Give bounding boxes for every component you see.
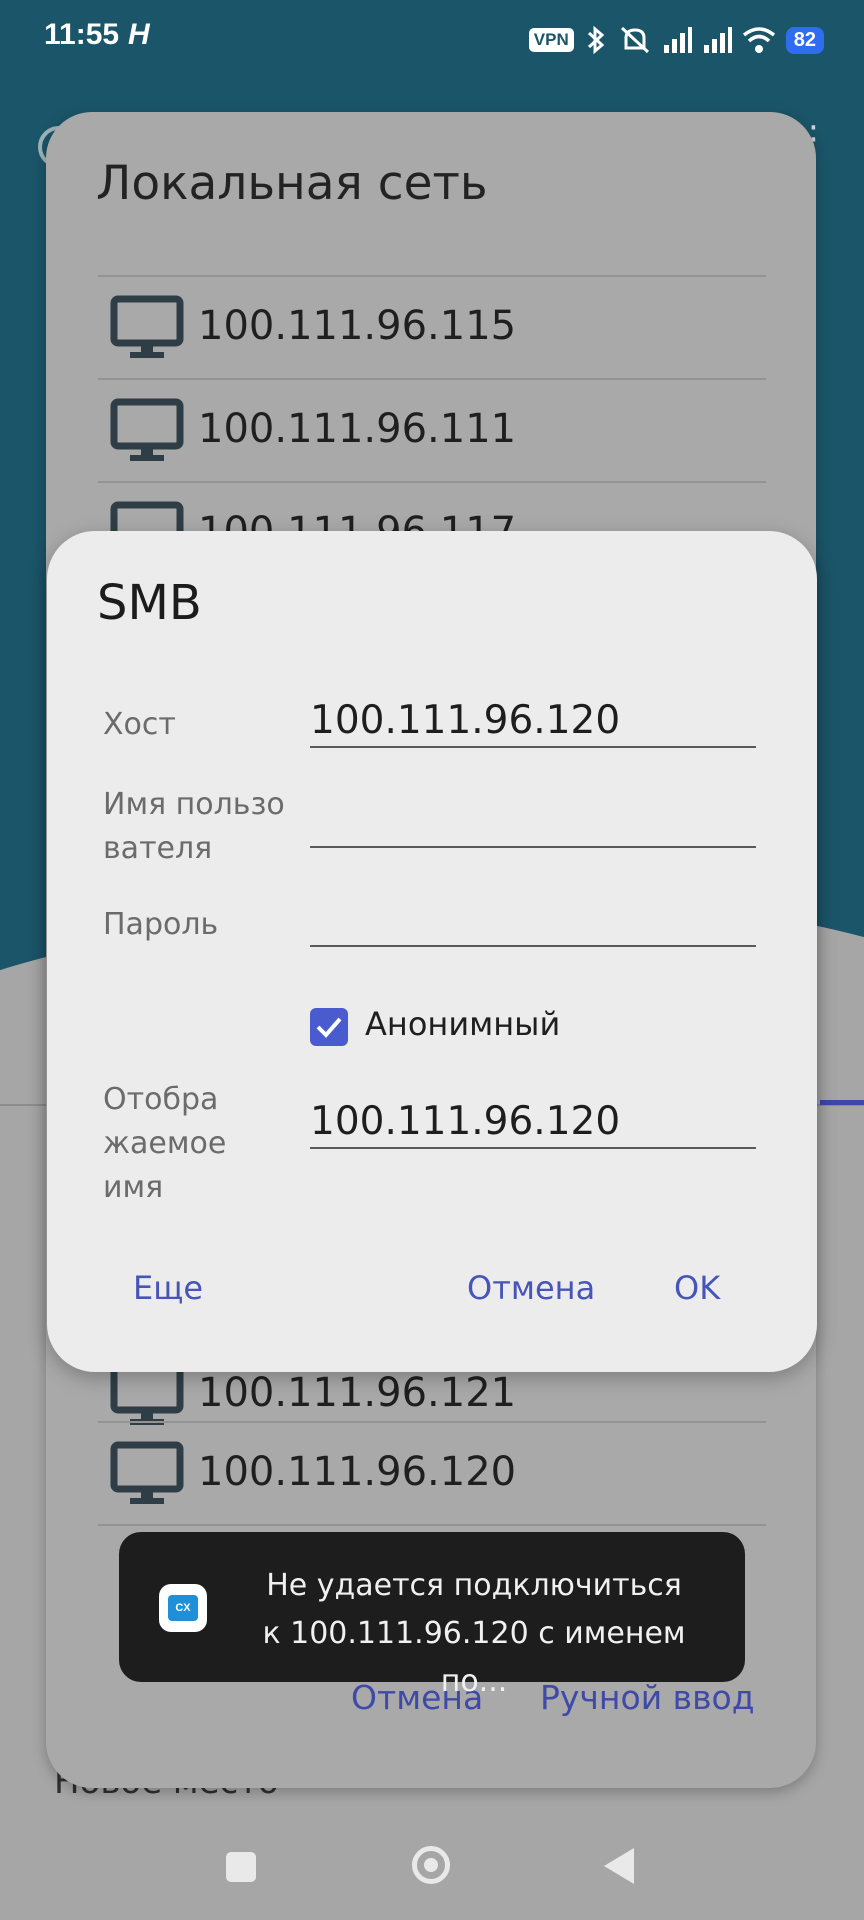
status-time: 11:55	[44, 18, 120, 51]
toast-message: CX Не удается подключиться к 100.111.96.…	[119, 1532, 745, 1699]
host-input[interactable]	[310, 696, 756, 748]
computer-icon	[110, 398, 184, 461]
anonymous-label[interactable]: Анонимный	[365, 1005, 560, 1043]
toast-line-1: Не удается подключиться	[266, 1568, 682, 1603]
host-address: 100.111.96.111	[198, 406, 517, 452]
host-address: 100.111.96.121	[198, 1370, 517, 1416]
username-label: Имя пользо вателя	[103, 787, 285, 866]
toast-line-2: к 100.111.96.120 с именем по...	[262, 1616, 686, 1699]
list-item[interactable]: 100.111.96.115	[98, 275, 766, 380]
notification-icon: H	[128, 18, 150, 51]
ok-button[interactable]: OK	[674, 1269, 720, 1307]
host-address: 100.111.96.120	[198, 1449, 517, 1495]
recents-button[interactable]	[226, 1852, 256, 1882]
vpn-icon: VPN	[528, 28, 574, 52]
toast-text: Не удается подключиться к 100.111.96.120…	[229, 1562, 719, 1706]
home-icon	[424, 1858, 438, 1872]
username-input[interactable]	[310, 796, 756, 848]
mute-icon	[620, 26, 649, 54]
computer-icon	[110, 295, 184, 358]
dialog-title: Локальная сеть	[96, 156, 488, 211]
home-button[interactable]	[412, 1846, 450, 1884]
status-bar: 11:55 H VPN 82	[0, 0, 864, 80]
back-button[interactable]	[604, 1848, 634, 1884]
background-tab-indicator	[820, 1100, 864, 1105]
host-label: Хост	[103, 707, 176, 742]
computer-icon	[110, 1441, 184, 1504]
status-icons: VPN 82	[528, 22, 824, 58]
wifi-icon	[742, 27, 775, 53]
app-icon: CX	[159, 1584, 207, 1632]
password-input[interactable]	[310, 895, 756, 947]
signal-icon	[703, 27, 732, 53]
signal-icon	[663, 27, 692, 53]
dialog-title: SMB	[97, 575, 202, 631]
more-button[interactable]: Еще	[133, 1269, 203, 1307]
list-item[interactable]: 100.111.96.111	[98, 378, 766, 483]
smb-dialog: SMB Хост Имя пользо вателя Пароль Аноним…	[47, 531, 817, 1372]
anonymous-checkbox[interactable]	[310, 1008, 348, 1046]
cancel-button[interactable]: Отмена	[467, 1269, 595, 1307]
display-name-input[interactable]	[310, 1097, 756, 1149]
checkmark-icon	[316, 1017, 342, 1038]
host-address: 100.111.96.115	[198, 303, 517, 349]
list-item[interactable]: 100.111.96.120	[98, 1421, 766, 1526]
battery-icon: 82	[785, 26, 824, 54]
screen: ··· Новое место 11:55 H VPN	[0, 0, 864, 1920]
display-name-label: Отобра жаемое имя	[103, 1082, 227, 1205]
password-label: Пароль	[103, 907, 219, 942]
bluetooth-icon	[587, 25, 605, 55]
